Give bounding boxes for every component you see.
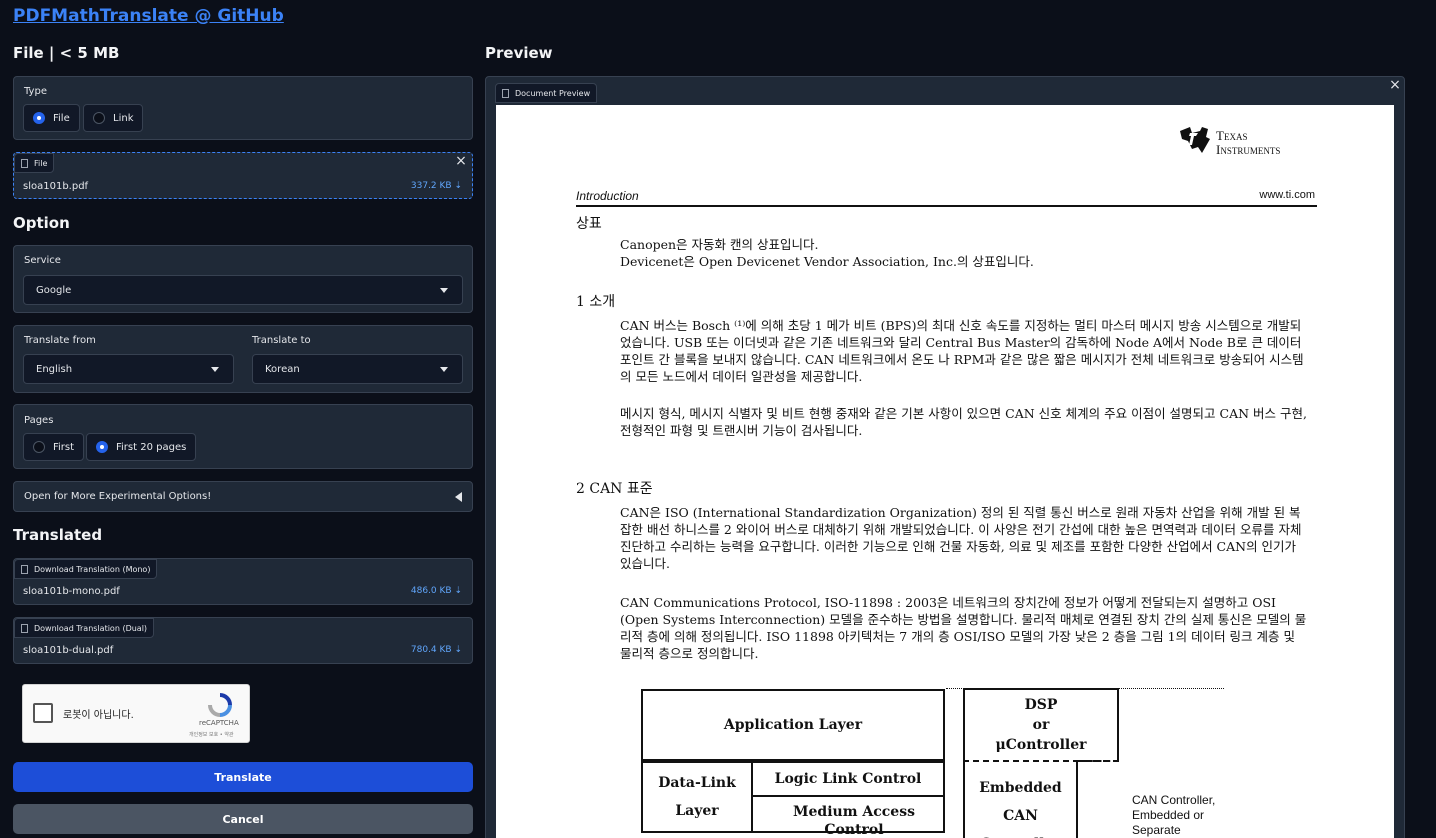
logo-line-2: Instruments: [1216, 142, 1281, 157]
doc-trademark-1: Canopen은 자동화 캔의 상표입니다.: [620, 237, 819, 252]
texas-instruments-logo-text: Texas Instruments: [1216, 129, 1280, 157]
pages-radio-first[interactable]: First: [23, 433, 85, 461]
doc-header-right: www.ti.com: [1259, 189, 1315, 201]
service-select[interactable]: Google: [23, 275, 463, 305]
pages-label: Pages: [24, 415, 54, 426]
doc-section-2: 2 CAN 표준: [576, 481, 653, 497]
mono-tag-label: Download Translation (Mono): [34, 564, 151, 574]
doc-paragraph-2: 메시지 형식, 메시지 식별자 및 비트 현행 중재와 같은 기본 사항이 있으…: [620, 406, 1307, 438]
service-value: Google: [36, 284, 72, 296]
doc-paragraph-1: CAN 버스는 Bosch ⁽¹⁾에 의해 초당 1 메가 비트 (BPS)의 …: [620, 318, 1304, 384]
doc-header-left: Introduction: [576, 189, 639, 203]
texas-instruments-logo-icon: [1180, 127, 1210, 153]
pages-radio-first-20[interactable]: First 20 pages: [86, 433, 197, 461]
github-title-link[interactable]: PDFMathTranslate @ GitHub: [13, 6, 284, 26]
translate-from-select[interactable]: English: [23, 354, 234, 384]
mono-download-link[interactable]: 486.0 KB ⇣: [411, 586, 462, 596]
diagram-data-link-layer: Data-Link Layer: [641, 761, 753, 833]
option-heading: Option: [13, 214, 70, 232]
service-panel: Service Google: [13, 245, 473, 313]
type-panel: Type File Link: [13, 76, 473, 140]
translated-heading: Translated: [13, 526, 103, 544]
diagram-dsp-box: DSP or μController: [963, 688, 1119, 762]
language-panel: Translate from English Translate to Kore…: [13, 325, 473, 393]
caret-left-icon: [455, 492, 462, 502]
translate-from-label: Translate from: [24, 335, 96, 346]
recaptcha-text: 로봇이 아닙니다.: [63, 710, 134, 721]
doc-trademark-2: Devicenet은 Open Devicenet Vendor Associa…: [620, 254, 1034, 269]
diagram-embedded-can-controller: Embedded CAN Controller: [963, 762, 1078, 838]
diagram-medium-access-control: Medium Access Control: [751, 795, 945, 838]
translate-from-value: English: [36, 363, 73, 375]
mono-tag: Download Translation (Mono): [14, 559, 158, 579]
experimental-accordion[interactable]: Open for More Experimental Options!: [13, 481, 473, 512]
file-tag: File: [14, 153, 55, 173]
radio-selected-icon: [33, 112, 45, 124]
translate-button[interactable]: Translate: [13, 762, 473, 792]
diagram-application-layer: Application Layer: [641, 689, 945, 761]
type-option-file-label: File: [53, 112, 70, 124]
radio-selected-icon: [96, 441, 108, 453]
uploaded-file-name: sloa101b.pdf: [23, 181, 89, 192]
chevron-down-icon: [440, 367, 448, 372]
file-icon: [21, 623, 28, 633]
cancel-button[interactable]: Cancel: [13, 804, 473, 834]
type-option-link-label: Link: [113, 112, 134, 124]
service-label: Service: [24, 255, 61, 266]
file-heading: File | < 5 MB: [13, 44, 120, 62]
pages-option-first-20-label: First 20 pages: [116, 441, 187, 453]
document-preview-tag-label: Document Preview: [515, 88, 591, 98]
file-upload-box[interactable]: File × sloa101b.pdf 337.2 KB ⇣: [13, 152, 473, 199]
dual-download-box: Download Translation (Dual) sloa101b-dua…: [13, 617, 473, 664]
diagram-side-label: CAN Controller, Embedded or Separate: [1132, 793, 1216, 837]
diagram-logic-link-control: Logic Link Control: [751, 761, 945, 797]
recaptcha-checkbox[interactable]: [33, 703, 53, 723]
recaptcha-brand: reCAPTCHA: [199, 719, 239, 727]
dual-file-name: sloa101b-dual.pdf: [23, 645, 114, 656]
file-icon: [21, 564, 28, 574]
document-page: Texas Instruments Introduction www.ti.co…: [496, 105, 1394, 838]
file-tag-label: File: [34, 158, 48, 168]
doc-section-trademark: 상표: [576, 216, 602, 232]
doc-paragraph-3: CAN은 ISO (International Standardization …: [620, 505, 1302, 571]
translate-to-select[interactable]: Korean: [252, 354, 463, 384]
type-radio-file[interactable]: File: [23, 104, 80, 132]
dual-download-link[interactable]: 780.4 KB ⇣: [411, 645, 462, 655]
file-icon: [502, 88, 509, 98]
chevron-down-icon: [211, 367, 219, 372]
close-icon[interactable]: ×: [1388, 78, 1402, 92]
preview-panel: Document Preview × Texas Instruments Int…: [485, 76, 1405, 838]
uploaded-file-size[interactable]: 337.2 KB ⇣: [411, 181, 462, 191]
mono-file-name: sloa101b-mono.pdf: [23, 586, 120, 597]
type-radio-link[interactable]: Link: [83, 104, 144, 132]
close-icon[interactable]: ×: [454, 154, 468, 168]
experimental-label: Open for More Experimental Options!: [24, 491, 212, 502]
header-rule: [576, 205, 1317, 207]
doc-section-1: 1 소개: [576, 294, 616, 310]
chevron-down-icon: [440, 288, 448, 293]
doc-paragraph-4: CAN Communications Protocol, ISO-11898 :…: [620, 595, 1307, 661]
recaptcha-logo-icon: [208, 693, 232, 717]
recaptcha-links[interactable]: 개인정보 보호 • 약관: [189, 731, 234, 738]
file-icon: [21, 158, 28, 168]
radio-unselected-icon: [93, 112, 105, 124]
translate-to-label: Translate to: [252, 335, 311, 346]
dual-tag: Download Translation (Dual): [14, 618, 155, 638]
document-preview-tag: Document Preview: [495, 83, 598, 103]
recaptcha-widget: 로봇이 아닙니다. reCAPTCHA 개인정보 보호 • 약관: [22, 684, 250, 743]
mono-download-box: Download Translation (Mono) sloa101b-mon…: [13, 558, 473, 605]
diagram-dashed-connector: [1078, 760, 1119, 762]
pages-option-first-label: First: [53, 441, 75, 453]
dual-tag-label: Download Translation (Dual): [34, 623, 148, 633]
logo-line-1: Texas: [1216, 128, 1248, 143]
pages-panel: Pages First First 20 pages: [13, 404, 473, 469]
radio-unselected-icon: [33, 441, 45, 453]
translate-to-value: Korean: [265, 363, 300, 375]
type-label: Type: [24, 86, 47, 97]
preview-heading: Preview: [485, 44, 553, 62]
